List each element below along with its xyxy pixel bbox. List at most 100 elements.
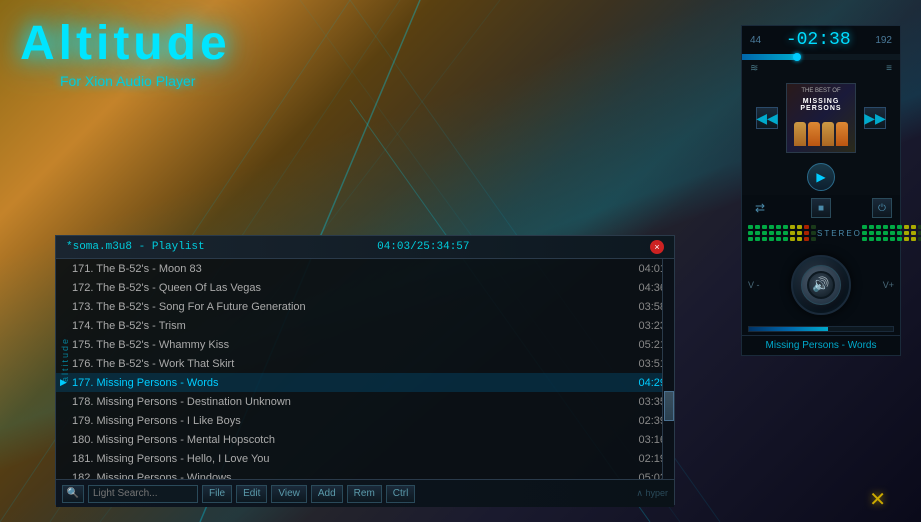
vu-dot [748,237,753,241]
playlist-item[interactable]: 179. Missing Persons - I Like Boys 02:39 [56,411,674,430]
now-playing-label: Missing Persons - Words [742,335,900,355]
vu-dot [904,231,909,235]
album-art-figures [794,122,848,146]
playlist-item[interactable]: 171. The B-52's - Moon 83 04:01 [56,259,674,278]
player-close-button[interactable]: ✕ [869,487,886,512]
stop-button[interactable]: ■ [811,198,831,218]
vol-bar-section [742,323,900,335]
vu-section: STEREO [742,221,900,246]
rem-button[interactable]: Rem [347,485,382,503]
playlist-toolbar: 🔍 File Edit View Add Rem Ctrl ∧ hyper [56,479,674,507]
prev-button[interactable]: ◀◀ [756,107,778,129]
vol-label-right: V+ [883,280,894,290]
edit-button[interactable]: Edit [236,485,267,503]
search-input[interactable] [88,485,198,503]
playlist-item-name: 179. Missing Persons - I Like Boys [72,415,628,427]
playlist-item[interactable]: 182. Missing Persons - Windows 05:02 [56,468,674,479]
playlist-item[interactable]: 177. Missing Persons - Words 04:29 [56,373,674,392]
player-progress-bar[interactable] [742,54,900,60]
vu-dot [876,225,881,229]
vu-dot [869,225,874,229]
vu-dot [783,231,788,235]
vu-dot [804,231,809,235]
vol-label-left: V - [748,280,760,290]
playlist-item-name: 175. The B-52's - Whammy Kiss [72,339,628,351]
playlist-item[interactable]: 176. The B-52's - Work That Skirt 03:51 [56,354,674,373]
playlist-title: *soma.m3u8 - Playlist [66,241,205,253]
volume-knob[interactable]: 🔊 [789,252,854,317]
now-playing-text: Missing Persons - Words [750,340,892,351]
album-art-label: THE BEST OF [787,88,855,96]
playlist-item[interactable]: 172. The B-52's - Queen Of Las Vegas 04:… [56,278,674,297]
vu-dot [876,231,881,235]
playlist-item-name: 176. The B-52's - Work That Skirt [72,358,628,370]
vu-dot [797,231,802,235]
player-progress-fill [742,54,797,60]
playlist-content: 171. The B-52's - Moon 83 04:01 172. The… [56,259,674,479]
vu-dot [883,225,888,229]
next-button[interactable]: ▶▶ [864,107,886,129]
ctrl-button[interactable]: Ctrl [386,485,416,503]
volume-bar-fill [749,327,828,331]
playlist-scrollbar-thumb[interactable] [664,391,674,421]
side-label-text: altitude [60,337,70,382]
vu-dot [804,237,809,241]
time-display: -02:38 [786,30,851,50]
vu-dot [790,231,795,235]
playlist-item[interactable]: 174. The B-52's - Trism 03:23 [56,316,674,335]
vu-dot [811,237,816,241]
view-button[interactable]: View [271,485,307,503]
playlist-panel: *soma.m3u8 - Playlist 04:03/25:34:57 × 1… [55,235,675,505]
playlist-items-container: 171. The B-52's - Moon 83 04:01 172. The… [56,259,674,479]
toolbar-brand: ∧ hyper [636,488,668,499]
file-button[interactable]: File [202,485,232,503]
playlist-item[interactable]: 180. Missing Persons - Mental Hopscotch … [56,430,674,449]
playlist-item[interactable]: 181. Missing Persons - Hello, I Love You… [56,449,674,468]
vu-dot [811,231,816,235]
vu-dot [755,231,760,235]
eq-icon[interactable]: ≋ [750,63,758,74]
search-icon-button[interactable]: 🔍 [62,485,84,503]
album-art-band: MISSING PERSONS [787,98,855,112]
player-topbar: 44 -02:38 192 [742,26,900,54]
power-button[interactable]: ⏻ [872,198,892,218]
vu-dot [762,225,767,229]
vu-dot [762,231,767,235]
player-art-container: ◀◀ THE BEST OF MISSING PERSONS ▶▶ [756,83,886,153]
playlist-item[interactable]: 175. The B-52's - Whammy Kiss 05:21 [56,335,674,354]
player-stop-row: ⇄ ■ ⏻ [742,195,900,221]
vu-dot [797,237,802,241]
album-art: THE BEST OF MISSING PERSONS [786,83,856,153]
knob-inner: 🔊 [801,265,841,305]
vu-dot [897,225,902,229]
player-art-section: ◀◀ THE BEST OF MISSING PERSONS ▶▶ [742,77,900,159]
playlist-scrollbar[interactable] [662,259,674,479]
vu-dots-left [748,225,817,242]
vu-dots-right [862,225,921,242]
vu-dot [897,231,902,235]
playlist-item-name: 177. Missing Persons - Words [72,377,628,389]
playlist-item[interactable]: 173. The B-52's - Song For A Future Gene… [56,297,674,316]
side-label-container: altitude [55,260,75,460]
playlist-item[interactable]: 178. Missing Persons - Destination Unkno… [56,392,674,411]
playlist-item-name: 182. Missing Persons - Windows [72,472,628,480]
figure-4 [836,122,848,146]
playlist-item-name: 178. Missing Persons - Destination Unkno… [72,396,628,408]
vu-dot [790,225,795,229]
app-title: Altitude [20,20,231,68]
volume-bar-track[interactable] [748,326,894,332]
vu-dot [748,225,753,229]
playlist-item-name: 180. Missing Persons - Mental Hopscotch [72,434,628,446]
playlist-item-name: 181. Missing Persons - Hello, I Love You [72,453,628,465]
vu-dot [883,231,888,235]
add-button[interactable]: Add [311,485,343,503]
knob-speaker: 🔊 [807,271,835,299]
playlist-item-name: 172. The B-52's - Queen Of Las Vegas [72,282,628,294]
vu-dot [890,237,895,241]
vu-dot [890,231,895,235]
playlist-close-button[interactable]: × [650,240,664,254]
menu-icon[interactable]: ≡ [886,63,892,74]
vu-dot [797,225,802,229]
shuffle-button[interactable]: ⇄ [750,198,770,218]
play-button[interactable]: ▶ [807,163,835,191]
